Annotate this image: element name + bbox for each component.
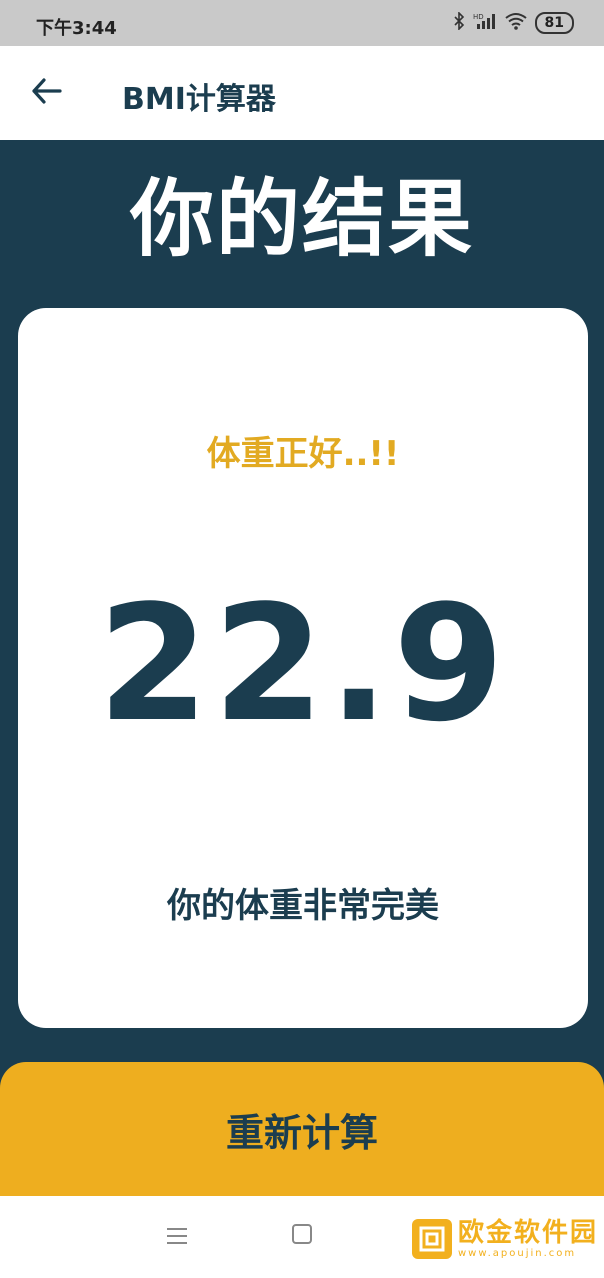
watermark: 欧金软件园 www.apoujin.com: [411, 1218, 598, 1260]
svg-text:HD: HD: [473, 13, 484, 21]
home-icon[interactable]: [292, 1224, 312, 1244]
back-button[interactable]: [30, 74, 64, 108]
menu-icon[interactable]: [166, 1226, 188, 1246]
arrow-left-icon: [32, 78, 62, 104]
bmi-message: 你的体重非常完美: [167, 886, 439, 926]
status-bar: 下午3:44 HD 81: [0, 0, 604, 46]
app-bar: BMI计算器: [0, 46, 604, 140]
wifi-icon: [504, 12, 527, 34]
page-title: 你的结果: [129, 170, 474, 268]
watermark-url: www.apoujin.com: [457, 1248, 577, 1259]
bmi-value: 22.9: [97, 570, 509, 757]
recalculate-button[interactable]: 重新计算: [0, 1062, 604, 1196]
status-icons: HD 81: [453, 11, 574, 34]
watermark-logo-icon: [411, 1219, 452, 1259]
result-card: 体重正好..!! 22.9 你的体重非常完美: [18, 308, 588, 1028]
app-title: BMI计算器: [122, 82, 276, 117]
battery-icon: 81: [534, 12, 574, 34]
status-time: 下午3:44: [36, 18, 117, 39]
watermark-text: 欧金软件园: [457, 1218, 598, 1248]
bluetooth-icon: [453, 11, 465, 34]
hd-signal-icon: HD: [473, 12, 497, 34]
status-label: 体重正好..!!: [206, 434, 400, 474]
watermark-text-wrap: 欧金软件园 www.apoujin.com: [458, 1218, 598, 1260]
